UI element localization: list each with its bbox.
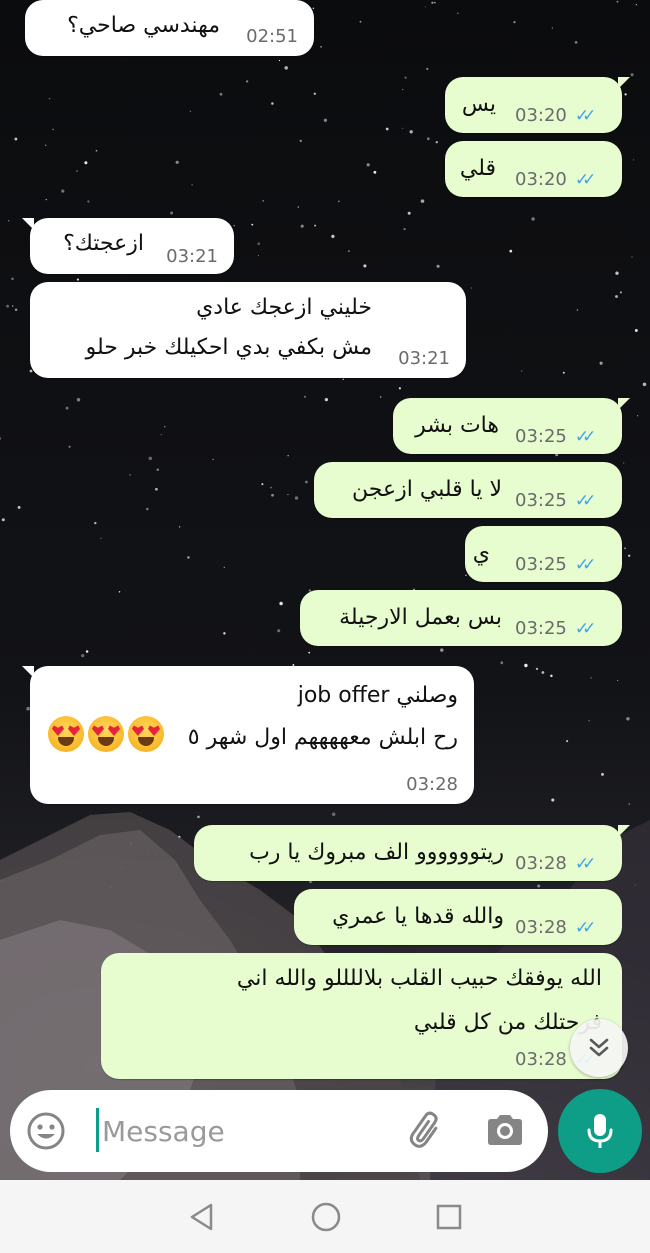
message-time: 03:21 [398, 348, 450, 369]
message-text: قلي [459, 156, 496, 181]
double-check-icon: ✓✓ [574, 490, 596, 511]
outgoing-message[interactable]: يس 03:20 ✓✓ [445, 77, 630, 133]
message-text: يس [461, 92, 496, 117]
outgoing-message[interactable]: قلي 03:20 ✓✓ [445, 141, 622, 197]
message-meta: 03:25 ✓✓ [515, 554, 596, 575]
double-check-icon: ✓✓ [574, 618, 596, 639]
message-time: 03:28 [406, 774, 458, 795]
message-meta: 03:28 ✓✓ [515, 853, 596, 874]
message-text: ي [472, 541, 490, 566]
outgoing-message[interactable]: بس بعمل الارجيلة 03:25 ✓✓ [300, 590, 622, 646]
message-meta: 03:25 ✓✓ [515, 618, 596, 639]
outgoing-message[interactable]: الله يوفقك حبيب القلب بلاللللو والله اني… [101, 953, 622, 1079]
message-text: الله يوفقك حبيب القلب بلاللللو والله اني [236, 966, 602, 991]
message-time: 03:25 [515, 490, 567, 511]
camera-icon[interactable] [484, 1110, 526, 1150]
message-meta: 02:51 [246, 26, 298, 47]
back-triangle-icon[interactable] [187, 1202, 217, 1232]
double-check-icon: ✓✓ [574, 426, 596, 447]
scroll-to-bottom-button[interactable] [570, 1019, 628, 1077]
incoming-message[interactable]: وصلني job offer رح ابلش معههههم اول شهر … [22, 666, 474, 804]
message-time: 03:28 [515, 1049, 567, 1070]
message-text: والله قدها يا عمري [332, 904, 504, 929]
message-meta: 03:25 ✓✓ [515, 426, 596, 447]
double-check-icon: ✓✓ [574, 554, 596, 575]
incoming-message[interactable]: مهندسي صاحي؟ 02:51 [25, 0, 314, 56]
message-meta: 03:21 [398, 348, 450, 369]
heart-eyes-emoji [48, 716, 84, 752]
message-time: 03:20 [515, 105, 567, 126]
text-cursor [96, 1108, 99, 1152]
microphone-button[interactable] [558, 1089, 642, 1173]
message-time: 03:25 [515, 618, 567, 639]
message-time: 03:28 [515, 853, 567, 874]
message-composer [10, 1090, 548, 1172]
outgoing-message[interactable]: ريتوووووو الف مبروك يا رب 03:28 ✓✓ [194, 825, 630, 881]
message-text: ريتوووووو الف مبروك يا رب [249, 840, 504, 865]
outgoing-message[interactable]: ي 03:25 ✓✓ [465, 526, 622, 582]
message-text: مش بكفي بدي احكيلك خبر حلو [85, 335, 372, 360]
message-text: ازعجتك؟ [63, 231, 144, 256]
message-meta: 03:20 ✓✓ [515, 105, 596, 126]
heart-eyes-emoji [128, 716, 164, 752]
message-text: مهندسي صاحي؟ [67, 13, 220, 38]
message-time: 03:25 [515, 426, 567, 447]
message-text: وصلني job offer [297, 683, 458, 708]
outgoing-message[interactable]: والله قدها يا عمري 03:28 ✓✓ [294, 889, 622, 945]
system-navigation-bar [0, 1180, 650, 1253]
emoji-icon[interactable] [26, 1111, 66, 1151]
microphone-icon [587, 1114, 613, 1148]
recents-square-icon[interactable] [435, 1203, 463, 1231]
message-meta: 03:28 ✓✓ [515, 917, 596, 938]
message-text: هات بشر [415, 413, 499, 438]
double-check-icon: ✓✓ [574, 917, 596, 938]
message-meta: 03:21 [166, 246, 218, 267]
outgoing-message[interactable]: هات بشر 03:25 ✓✓ [393, 398, 630, 454]
message-meta: 03:25 ✓✓ [515, 490, 596, 511]
incoming-message[interactable]: ازعجتك؟ 03:21 [22, 218, 234, 274]
message-text: لا يا قلبي ازعجن [352, 477, 502, 502]
paperclip-icon[interactable] [406, 1110, 446, 1150]
message-time: 03:20 [515, 169, 567, 190]
message-time: 02:51 [246, 26, 298, 47]
message-list[interactable]: مهندسي صاحي؟ 02:51 يس 03:20 ✓✓ قلي 03:20… [0, 0, 650, 1085]
message-meta: 03:20 ✓✓ [515, 169, 596, 190]
message-text: بس بعمل الارجيلة [339, 605, 502, 630]
message-time: 03:28 [515, 917, 567, 938]
double-check-icon: ✓✓ [574, 853, 596, 874]
message-text: خليني ازعجك عادي [196, 295, 372, 320]
message-input[interactable] [102, 1104, 392, 1158]
emoji-group [46, 716, 166, 752]
outgoing-message[interactable]: لا يا قلبي ازعجن 03:25 ✓✓ [314, 462, 622, 518]
message-meta: 03:28 [406, 774, 458, 795]
heart-eyes-emoji [88, 716, 124, 752]
double-check-icon: ✓✓ [574, 169, 596, 190]
double-chevron-down-icon [589, 1038, 609, 1057]
message-time: 03:25 [515, 554, 567, 575]
double-check-icon: ✓✓ [574, 105, 596, 126]
message-text: رح ابلش معههههم اول شهر ٥ [187, 725, 458, 750]
home-circle-icon[interactable] [310, 1201, 342, 1233]
message-time: 03:21 [166, 246, 218, 267]
incoming-message[interactable]: خليني ازعجك عادي مش بكفي بدي احكيلك خبر … [30, 282, 466, 378]
